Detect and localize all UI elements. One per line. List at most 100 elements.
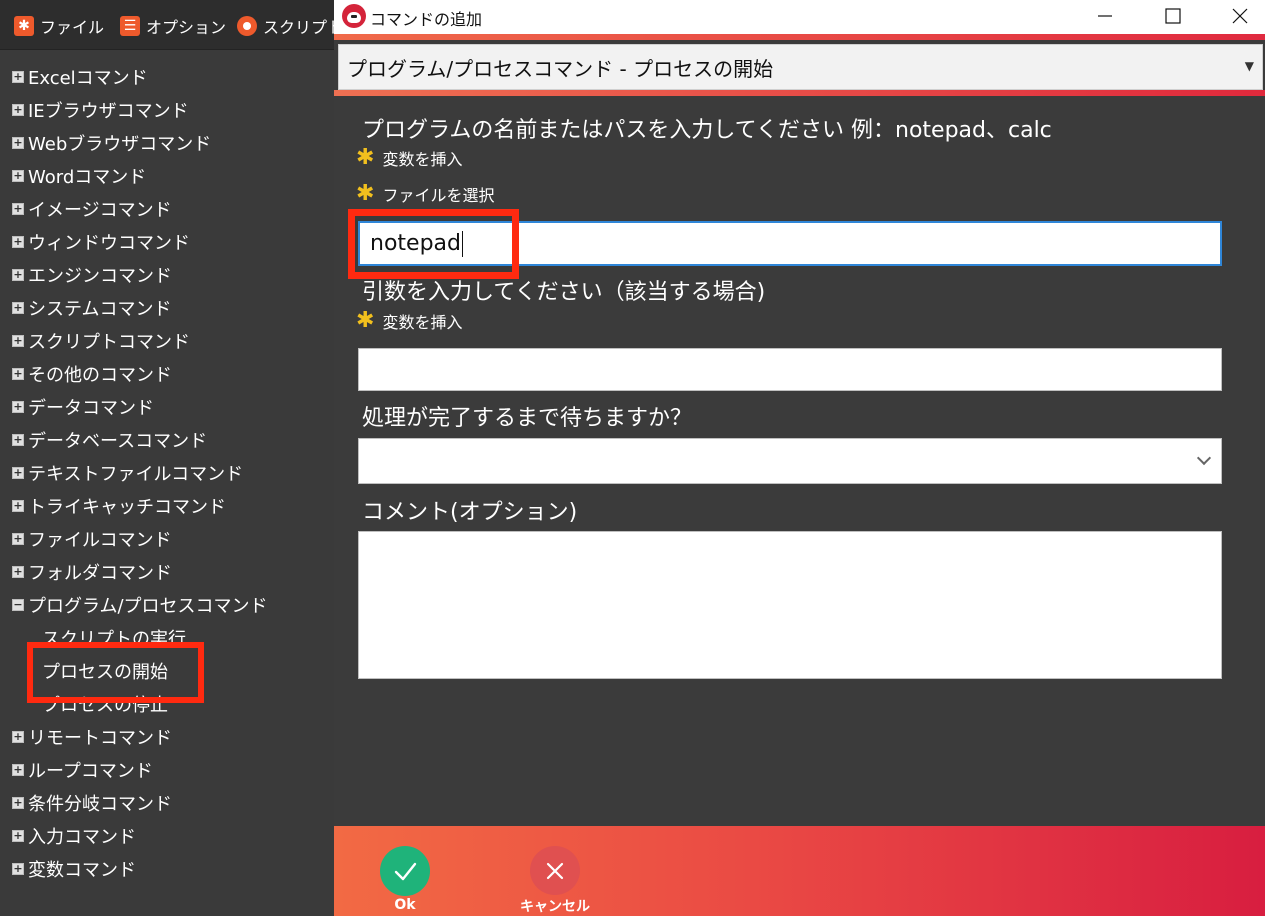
ok-label: Ok xyxy=(394,897,416,913)
app-logo-icon xyxy=(342,4,366,28)
expand-icon[interactable]: + xyxy=(12,269,24,281)
menu-options-label: オプション xyxy=(146,18,227,37)
minimize-button[interactable] xyxy=(1082,0,1128,32)
options-list-icon: ☰ xyxy=(120,16,140,36)
tree-item-script[interactable]: + スクリプトコマンド xyxy=(12,326,190,356)
close-icon xyxy=(1232,8,1248,24)
tree-item-folder[interactable]: + フォルダコマンド xyxy=(12,557,172,587)
expand-icon[interactable]: + xyxy=(12,500,24,512)
wait-label: 処理が完了するまで待ちますか？ xyxy=(362,406,693,431)
dialog-footer: Ok キャンセル xyxy=(334,826,1265,916)
tree-item-label: データコマンド xyxy=(28,398,154,419)
cancel-label: キャンセル xyxy=(520,899,590,915)
comment-label: コメント(オプション) xyxy=(362,500,578,525)
expand-icon[interactable]: + xyxy=(12,401,24,413)
tree-item-variable[interactable]: + 変数コマンド xyxy=(12,854,136,884)
accent-bar-secondary xyxy=(334,90,1265,96)
expand-icon[interactable]: + xyxy=(12,71,24,83)
expand-icon[interactable]: + xyxy=(12,104,24,116)
expand-icon[interactable]: + xyxy=(12,203,24,215)
expand-icon[interactable]: + xyxy=(12,797,24,809)
command-type-value: プログラム/プロセスコマンド - プロセスの開始 xyxy=(347,56,774,81)
comment-textarea[interactable] xyxy=(358,531,1222,679)
tree-item-label: ファイルコマンド xyxy=(28,530,172,551)
program-name-label: プログラムの名前またはパスを入力してください 例：notepad、calc xyxy=(362,118,1052,143)
tree-item-data[interactable]: + データコマンド xyxy=(12,392,154,422)
command-type-select[interactable]: プログラム/プロセスコマンド - プロセスの開始 ▼ xyxy=(338,44,1263,90)
script-record-icon xyxy=(237,16,257,36)
tree-item-label: 入力コマンド xyxy=(28,827,136,848)
tree-item-label: Excelコマンド xyxy=(28,68,148,89)
tree-item-excel[interactable]: + Excelコマンド xyxy=(12,62,148,92)
tree-item-loop[interactable]: + ループコマンド xyxy=(12,755,153,785)
tree-item-word[interactable]: + Wordコマンド xyxy=(12,161,146,191)
tree-item-window[interactable]: + ウィンドウコマンド xyxy=(12,227,190,257)
tree-item-label: エンジンコマンド xyxy=(28,266,172,287)
tree-item-label: 条件分岐コマンド xyxy=(28,794,172,815)
tree-item-label: その他のコマンド xyxy=(28,365,172,386)
expand-icon[interactable]: + xyxy=(12,434,24,446)
arguments-insert-variable-link[interactable]: ✱ 変数を挿入 xyxy=(356,309,462,333)
expand-icon[interactable]: + xyxy=(12,368,24,380)
tree-item-input[interactable]: + 入力コマンド xyxy=(12,821,136,851)
select-file-label: ファイルを選択 xyxy=(382,186,495,205)
tree-item-text-file[interactable]: + テキストファイルコマンド xyxy=(12,458,243,488)
tree-item-conditional[interactable]: + 条件分岐コマンド xyxy=(12,788,172,818)
check-icon xyxy=(380,846,430,896)
expand-icon[interactable]: + xyxy=(12,137,24,149)
collapse-icon[interactable]: − xyxy=(12,599,24,611)
menu-bar: ✱ ファイル ☰ オプション スクリプト xyxy=(0,0,343,50)
arguments-input[interactable] xyxy=(358,348,1222,391)
close-button[interactable] xyxy=(1217,0,1263,32)
menu-file-label: ファイル xyxy=(40,18,105,37)
expand-icon[interactable]: + xyxy=(12,467,24,479)
tree-item-database[interactable]: + データベースコマンド xyxy=(12,425,207,455)
menu-script[interactable]: スクリプト xyxy=(237,14,343,38)
tree-item-label: データベースコマンド xyxy=(28,431,208,452)
tree-item-image[interactable]: + イメージコマンド xyxy=(12,194,172,224)
expand-icon[interactable]: + xyxy=(12,170,24,182)
file-icon: ✱ xyxy=(14,16,34,36)
dialog-title: コマンドの追加 xyxy=(370,10,483,29)
tree-item-label: 変数コマンド xyxy=(28,860,136,881)
tree-item-label: ウィンドウコマンド xyxy=(28,233,190,254)
expand-icon[interactable]: + xyxy=(12,863,24,875)
chevron-down-icon xyxy=(1196,450,1212,466)
tree-item-web-browser[interactable]: + Webブラウザコマンド xyxy=(12,128,211,158)
maximize-button[interactable] xyxy=(1150,0,1196,32)
expand-icon[interactable]: + xyxy=(12,533,24,545)
main-app-panel: ✱ ファイル ☰ オプション スクリプト + Excelコマンド + IEブラウザコ… xyxy=(0,0,343,916)
menu-file[interactable]: ✱ ファイル xyxy=(14,14,104,38)
tree-item-label: スクリプトコマンド xyxy=(28,332,190,353)
arguments-label: 引数を入力してください（該当する場合) xyxy=(362,280,766,305)
select-file-link[interactable]: ✱ ファイルを選択 xyxy=(356,182,494,206)
tree-item-engine[interactable]: + エンジンコマンド xyxy=(12,260,172,290)
arguments-insert-variable-label: 変数を挿入 xyxy=(382,313,463,332)
expand-icon[interactable]: + xyxy=(12,302,24,314)
ok-button[interactable]: Ok xyxy=(370,846,440,916)
dropdown-arrow-icon: ▼ xyxy=(1244,59,1254,73)
menu-options[interactable]: ☰ オプション xyxy=(120,14,226,38)
expand-icon[interactable]: + xyxy=(12,335,24,347)
wait-select[interactable] xyxy=(358,438,1222,484)
expand-icon[interactable]: + xyxy=(12,236,24,248)
tree-item-label: Webブラウザコマンド xyxy=(28,134,212,155)
tree-item-ie-browser[interactable]: + IEブラウザコマンド xyxy=(12,95,189,125)
x-icon xyxy=(530,846,580,895)
tree-item-label: トライキャッチコマンド xyxy=(28,497,226,518)
cancel-button[interactable]: キャンセル xyxy=(520,846,590,916)
tree-item-label: イメージコマンド xyxy=(28,200,172,221)
tree-item-remote[interactable]: + リモートコマンド xyxy=(12,722,172,752)
expand-icon[interactable]: + xyxy=(12,566,24,578)
tree-item-other[interactable]: + その他のコマンド xyxy=(12,359,172,389)
expand-icon[interactable]: + xyxy=(12,830,24,842)
tree-item-try-catch[interactable]: + トライキャッチコマンド xyxy=(12,491,226,521)
insert-variable-label: 変数を挿入 xyxy=(382,150,463,169)
expand-icon[interactable]: + xyxy=(12,731,24,743)
tree-item-label: フォルダコマンド xyxy=(28,563,172,584)
expand-icon[interactable]: + xyxy=(12,764,24,776)
tree-item-system[interactable]: + システムコマンド xyxy=(12,293,171,323)
tree-item-file[interactable]: + ファイルコマンド xyxy=(12,524,172,554)
tree-item-program-process[interactable]: − プログラム/プロセスコマンド xyxy=(12,590,268,620)
insert-variable-link[interactable]: ✱ 変数を挿入 xyxy=(356,146,462,170)
